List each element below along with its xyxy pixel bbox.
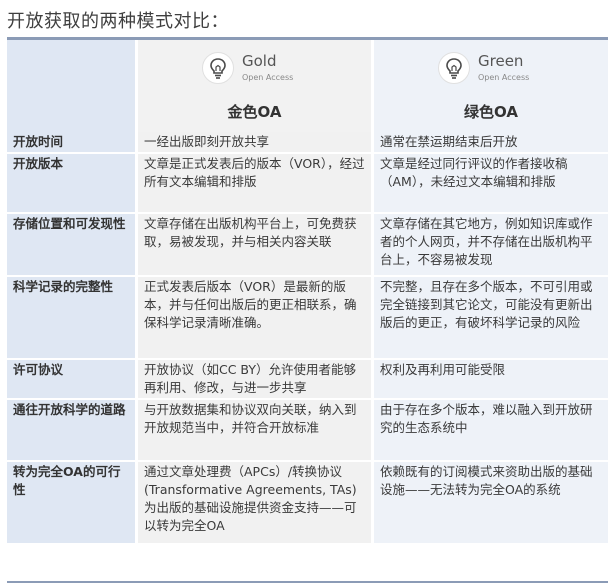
- gold-cell-open-science: 与开放数据集和协议双向关联，纳入到开放规范当中，并符合开放标准: [135, 400, 371, 462]
- green-cell-storage: 文章存储在其它地方，例如知识库或作者的个人网页，并不存储在出版机构平台上，不容易…: [371, 214, 608, 277]
- green-cell-open-time: 通常在禁运期结束后开放: [371, 132, 608, 154]
- lightbulb-icon: [438, 52, 470, 84]
- header-empty-cell: [7, 40, 135, 132]
- green-brand-name: Green: [478, 52, 524, 70]
- green-cell-version: 文章是经过同行评议的作者接收稿（AM），未经过文本编辑和排版: [371, 154, 608, 214]
- header-green: Green Open Access 绿色OA: [371, 40, 608, 132]
- gold-cell-version: 文章是正式发表后的版本（VOR），经过所有文本编辑和排版: [135, 154, 371, 214]
- green-cell-open-science: 由于存在多个版本，难以融入到开放研究的生态系统中: [371, 400, 608, 462]
- gold-brand-sub: Open Access: [242, 73, 294, 82]
- gold-cell-feasibility: 通过文章处理费（APCs）/转换协议(Transformative Agreem…: [135, 462, 371, 545]
- gold-column-title: 金色OA: [227, 103, 282, 121]
- green-cell-integrity: 不完整，且存在多个版本，不可引用或完全链接到其它论文，可能没有更新出版后的更正，…: [371, 277, 608, 360]
- green-cell-license: 权利及再利用可能受限: [371, 360, 608, 400]
- comparison-table: Gold Open Access 金色OA Green Open Access …: [7, 40, 608, 545]
- row-label-storage: 存储位置和可发现性: [7, 214, 135, 277]
- gold-brand-name: Gold: [242, 52, 277, 70]
- page-title: 开放获取的两种模式对比：: [7, 11, 229, 32]
- gold-cell-integrity: 正式发表后版本（VOR）是最新的版本，并与任何出版后的更正相联系，确保科学记录清…: [135, 277, 371, 360]
- row-label-license: 许可协议: [7, 360, 135, 400]
- row-label-open-science: 通往开放科学的道路: [7, 400, 135, 462]
- gold-cell-storage: 文章存储在出版机构平台上，可免费获取，易被发现，并与相关内容关联: [135, 214, 371, 277]
- lightbulb-icon: [202, 52, 234, 84]
- green-cell-feasibility: 依赖既有的订阅模式来资助出版的基础设施——无法转为完全OA的系统: [371, 462, 608, 545]
- green-column-title: 绿色OA: [464, 103, 518, 121]
- gold-cell-license: 开放协议（如CC BY）允许使用者能够再利用、修改，与进一步共享: [135, 360, 371, 400]
- green-brand-sub: Open Access: [478, 73, 530, 82]
- header-gold: Gold Open Access 金色OA: [135, 40, 371, 132]
- gold-cell-open-time: 一经出版即刻开放共享: [135, 132, 371, 154]
- row-label-version: 开放版本: [7, 154, 135, 214]
- row-label-feasibility: 转为完全OA的可行性: [7, 462, 135, 545]
- bottom-divider: [7, 581, 608, 583]
- row-label-open-time: 开放时间: [7, 132, 135, 154]
- row-label-integrity: 科学记录的完整性: [7, 277, 135, 360]
